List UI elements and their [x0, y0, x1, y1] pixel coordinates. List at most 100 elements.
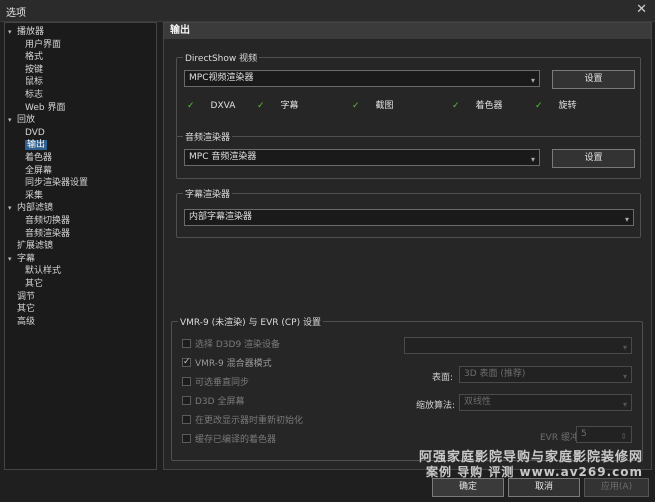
tree-item-label: 同步渲染器设置 — [25, 178, 89, 189]
chevron-down-icon[interactable]: ▾ — [8, 253, 17, 265]
directshow-video-group: DirectShow 视频 MPC视频渲染器 ▾ 设置 ✓ DXVA ✓ 字幕 ✓ 截… — [176, 51, 641, 137]
d3d9-device-select[interactable]: ▾ — [404, 337, 632, 354]
feature-screenshot: ✓ 截图 — [352, 100, 394, 112]
option-label: VMR-9 混合器模式 — [195, 359, 272, 369]
checkbox[interactable] — [182, 415, 191, 424]
tree-item[interactable]: 鼠标 — [25, 76, 43, 88]
tree-item[interactable]: 默认样式 — [25, 265, 61, 277]
tree-item[interactable]: Web 界面 — [25, 102, 65, 114]
option-reinit-on-display-change[interactable]: 在更改显示器时重新初始化 — [182, 415, 303, 427]
tree-item[interactable]: 用户界面 — [25, 39, 61, 51]
tree-item-label: Web 界面 — [25, 102, 66, 113]
vmr-evr-settings-group: VMR-9 (未渲染) 与 EVR (CP) 设置 选择 D3D9 渲染设备 V… — [171, 315, 643, 461]
tree-item[interactable]: 高级 — [8, 316, 35, 328]
tree-item[interactable]: 按键 — [25, 64, 43, 76]
option-vmr9-mixer[interactable]: VMR-9 混合器模式 — [182, 356, 272, 370]
tree-item[interactable]: 其它 — [25, 278, 43, 290]
ok-button[interactable]: 确定 — [432, 478, 504, 497]
tree-item-label: 其它 — [25, 279, 44, 289]
directshow-settings-button[interactable]: 设置 — [552, 70, 635, 89]
chevron-down-icon: ▾ — [622, 343, 627, 352]
cancel-button[interactable]: 取消 — [508, 478, 580, 497]
resize-label: 缩放算法: — [416, 401, 456, 411]
close-icon[interactable]: ✕ — [636, 2, 647, 17]
chevron-down-icon: ▾ — [530, 76, 535, 85]
tree-item-label: 高级 — [17, 316, 36, 327]
subtitle-renderer-value: 内部字幕渲染器 — [189, 212, 253, 222]
option-cache-shaders[interactable]: 缓存已编译的着色器 — [182, 434, 276, 446]
tree-item[interactable]: 标志 — [25, 89, 43, 101]
tree-item-label: 字幕 — [17, 253, 36, 264]
checkbox[interactable] — [182, 377, 191, 386]
option-d3d9-device[interactable]: 选择 D3D9 渲染设备 — [182, 339, 280, 351]
tree-item-label: 鼠标 — [25, 77, 44, 88]
check-icon: ✓ — [535, 101, 543, 111]
tree-item[interactable]: ▾ 字幕 — [8, 253, 35, 265]
surface-value: 3D 表面 (推荐) — [464, 369, 526, 379]
check-icon: ✓ — [257, 101, 265, 111]
tree-item[interactable]: 扩展滤镜 — [8, 240, 53, 252]
checkbox[interactable] — [182, 396, 191, 405]
window-titlebar: 选项 ✕ — [0, 0, 655, 22]
feature-label: 截图 — [375, 101, 394, 111]
checkbox[interactable] — [182, 356, 191, 368]
surface-select[interactable]: 3D 表面 (推荐) ▾ — [459, 366, 632, 383]
tree-item[interactable]: ▾ 回放 — [8, 114, 35, 126]
vmr-group-title: VMR-9 (未渲染) 与 EVR (CP) 设置 — [178, 315, 323, 328]
option-d3d-fullscreen[interactable]: D3D 全屏幕 — [182, 396, 244, 408]
tree-item-label: 其它 — [17, 304, 36, 315]
output-page: 输出 DirectShow 视频 MPC视频渲染器 ▾ 设置 ✓ DXVA ✓ 字幕… — [163, 22, 652, 470]
checkbox[interactable] — [182, 434, 191, 443]
feature-subtitles: ✓ 字幕 — [257, 100, 299, 112]
tree-item-label: 扩展滤镜 — [17, 241, 54, 252]
apply-button[interactable]: 应用(A) — [584, 478, 649, 497]
tree-item[interactable]: 全屏幕 — [25, 165, 52, 177]
chevron-down-icon[interactable]: ▾ — [8, 26, 17, 38]
tree-item[interactable]: 音频切换器 — [25, 215, 70, 227]
audio-group-title: 音频渲染器 — [183, 130, 233, 143]
tree-item[interactable]: 输出 — [25, 139, 48, 151]
tree-item[interactable]: DVD — [25, 127, 45, 139]
tree-item[interactable]: 音频渲染器 — [25, 228, 70, 240]
tree-item[interactable]: 同步渲染器设置 — [25, 177, 88, 189]
tree-item-label: DVD — [25, 127, 45, 138]
option-label: 可选垂直同步 — [195, 378, 250, 388]
audio-renderer-select[interactable]: MPC 音频渲染器 ▾ — [184, 149, 540, 166]
tree-item[interactable]: 着色器 — [25, 152, 52, 164]
tree-item-label: 采集 — [25, 190, 44, 201]
audio-renderer-value: MPC 音频渲染器 — [189, 152, 257, 162]
checkbox[interactable] — [182, 339, 191, 348]
check-icon: ✓ — [187, 101, 195, 111]
chevron-down-icon[interactable]: ▾ — [8, 114, 17, 126]
subtitle-renderer-group: 字幕渲染器 内部字幕渲染器 ▾ — [176, 187, 641, 238]
option-label: D3D 全屏幕 — [195, 397, 245, 407]
chevron-down-icon[interactable]: ▾ — [8, 202, 17, 214]
chevron-down-icon: ▾ — [530, 155, 535, 164]
audio-renderer-group: 音频渲染器 MPC 音频渲染器 ▾ 设置 — [176, 130, 641, 179]
feature-label: DXVA — [210, 101, 236, 111]
audio-settings-button[interactable]: 设置 — [552, 149, 635, 168]
resize-select[interactable]: 双线性 ▾ — [459, 394, 632, 411]
directshow-renderer-select[interactable]: MPC视频渲染器 ▾ — [184, 70, 540, 87]
option-label: 选择 D3D9 渲染设备 — [195, 340, 281, 350]
tree-item-label: 标志 — [25, 90, 44, 100]
option-label: 在更改显示器时重新初始化 — [195, 416, 304, 426]
tree-item[interactable]: ▾ 播放器 — [8, 26, 44, 38]
feature-shaders: ✓ 着色器 — [452, 100, 503, 112]
tree-item-label: 全屏幕 — [25, 165, 53, 176]
subtitle-renderer-select[interactable]: 内部字幕渲染器 ▾ — [184, 209, 634, 226]
directshow-renderer-value: MPC视频渲染器 — [189, 73, 254, 83]
tree-item-label: 着色器 — [25, 153, 53, 163]
feature-rotation: ✓ 旋转 — [535, 100, 577, 112]
tree-item-label: 音频渲染器 — [25, 228, 71, 239]
evr-buffer-spinner[interactable]: 5 ⇕ — [576, 426, 632, 443]
tree-item[interactable]: 格式 — [25, 51, 43, 63]
tree-item[interactable]: 其它 — [8, 303, 35, 315]
tree-item[interactable]: 采集 — [25, 190, 43, 202]
tree-item[interactable]: 调节 — [8, 291, 35, 303]
tree-item-label: 用户界面 — [25, 39, 62, 50]
tree-item-label: 输出 — [25, 140, 48, 151]
tree-item-label: 音频切换器 — [25, 216, 71, 226]
tree-item[interactable]: ▾ 内部滤镜 — [8, 202, 53, 214]
option-vsync[interactable]: 可选垂直同步 — [182, 377, 249, 389]
